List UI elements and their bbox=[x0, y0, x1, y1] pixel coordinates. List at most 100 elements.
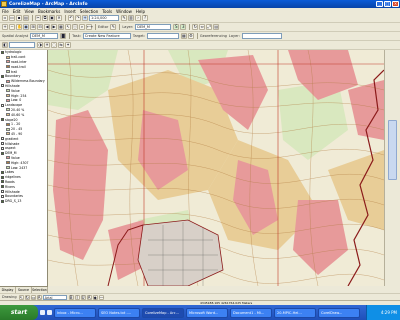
task-notes[interactable]: SEO Notes.txt -... bbox=[98, 307, 140, 318]
swipe-icon[interactable]: ⇆ bbox=[58, 42, 64, 48]
georef-layer-combo[interactable] bbox=[241, 33, 282, 39]
copy-icon[interactable]: ⧉ bbox=[42, 15, 48, 21]
quicklaunch-ie-icon[interactable] bbox=[40, 310, 45, 315]
sketch-tool-icon[interactable]: ✎ bbox=[110, 24, 117, 30]
select-features-icon[interactable]: ▦ bbox=[58, 24, 64, 30]
edit-attributes-icon[interactable]: ▦ bbox=[180, 33, 187, 39]
zoom-out-icon[interactable]: − bbox=[9, 24, 15, 30]
georef-link-icon[interactable]: ⤢ bbox=[206, 24, 213, 30]
transparency-icon[interactable]: ◌ bbox=[51, 42, 57, 48]
layer-visibility-checkbox[interactable] bbox=[1, 194, 4, 198]
identify-icon[interactable]: ⓘ bbox=[72, 24, 78, 30]
layer-visibility-checkbox[interactable] bbox=[1, 170, 4, 174]
layer-combo[interactable]: DEM_M bbox=[135, 24, 172, 30]
spatial-analyst-label[interactable]: Spatial Analyst bbox=[2, 34, 28, 38]
minimize-button[interactable]: _ bbox=[376, 1, 383, 7]
print-icon[interactable]: ▤ bbox=[23, 15, 29, 21]
menu-help[interactable]: Help bbox=[136, 9, 145, 14]
forward-extent-icon[interactable]: ▶ bbox=[51, 24, 57, 30]
command-line-icon[interactable]: › bbox=[135, 15, 141, 21]
select-elements-icon[interactable]: ↖ bbox=[65, 24, 71, 30]
fixed-zoom-out-icon[interactable]: ⊟ bbox=[37, 24, 43, 30]
fill-color-icon[interactable]: ◆ bbox=[92, 294, 98, 300]
menu-window[interactable]: Window bbox=[116, 9, 132, 14]
effects-layer-icon[interactable]: ◧ bbox=[2, 42, 8, 48]
layer-visibility-checkbox[interactable] bbox=[1, 50, 4, 54]
sketch-properties-icon[interactable]: ⚙ bbox=[187, 33, 194, 39]
back-extent-icon[interactable]: ◀ bbox=[44, 24, 50, 30]
text-tool-icon[interactable]: A bbox=[36, 294, 42, 300]
layer-visibility-checkbox[interactable] bbox=[1, 175, 4, 179]
histogram-icon[interactable]: ▇ bbox=[60, 33, 67, 39]
menu-edit[interactable]: Edit bbox=[13, 9, 21, 14]
rotate-icon[interactable]: ↻ bbox=[24, 294, 30, 300]
find-icon[interactable]: ⌕ bbox=[79, 24, 85, 30]
target-combo[interactable] bbox=[146, 33, 179, 39]
toc-layer-row[interactable]: DRG_S_13 bbox=[0, 199, 47, 204]
layer-visibility-checkbox[interactable] bbox=[1, 190, 4, 193]
spatial-analyst-icon[interactable]: S bbox=[173, 24, 180, 30]
delete-icon[interactable]: ✕ bbox=[56, 15, 62, 21]
menu-insert[interactable]: Insert bbox=[64, 9, 75, 14]
new-icon[interactable]: ▫ bbox=[2, 15, 8, 21]
menu-tools[interactable]: Tools bbox=[102, 9, 112, 14]
cut-icon[interactable]: ✂ bbox=[35, 15, 41, 21]
zoom-in-icon[interactable]: + bbox=[2, 24, 8, 30]
georef-rotate-icon[interactable]: ↻ bbox=[192, 24, 199, 30]
fixed-zoom-in-icon[interactable]: ⊞ bbox=[30, 24, 36, 30]
task-inbox[interactable]: Inbox - Micro... bbox=[54, 307, 96, 318]
task-combo[interactable]: Create New Feature bbox=[82, 33, 131, 39]
start-button[interactable]: start bbox=[0, 305, 38, 320]
rectangle-icon[interactable]: ▭ bbox=[30, 294, 36, 300]
layer-visibility-checkbox[interactable] bbox=[1, 199, 4, 203]
layer-visibility-checkbox[interactable] bbox=[1, 84, 4, 88]
layer-visibility-checkbox[interactable] bbox=[1, 180, 4, 184]
font-color-icon[interactable]: A bbox=[86, 294, 92, 300]
brightness-icon[interactable]: ☀ bbox=[44, 42, 50, 48]
task-mpic[interactable]: 20-MPIC-Hel... bbox=[274, 307, 316, 318]
redo-icon[interactable]: ↷ bbox=[75, 15, 81, 21]
layer-visibility-checkbox[interactable] bbox=[1, 74, 4, 78]
layer-visibility-checkbox[interactable] bbox=[1, 103, 4, 107]
task-word[interactable]: Microsoft Word... bbox=[186, 307, 228, 318]
georeferencing-label[interactable]: Georeferencing bbox=[200, 34, 227, 38]
effects-layer-combo[interactable] bbox=[9, 42, 35, 48]
flicker-icon[interactable]: ✦ bbox=[65, 42, 71, 48]
line-color-icon[interactable]: — bbox=[98, 294, 104, 300]
font-combo[interactable]: Arial bbox=[42, 294, 67, 300]
help-icon[interactable]: ? bbox=[142, 15, 148, 21]
layer-visibility-checkbox[interactable] bbox=[1, 137, 4, 141]
menu-selection[interactable]: Selection bbox=[80, 9, 98, 14]
layer-visibility-checkbox[interactable] bbox=[1, 142, 4, 146]
pan-icon[interactable]: ✋ bbox=[16, 24, 22, 30]
bold-icon[interactable]: B bbox=[68, 294, 74, 300]
arctoolbox-icon[interactable]: ▥ bbox=[128, 15, 134, 21]
spatial-layer-combo[interactable]: DEM_M bbox=[30, 33, 59, 39]
open-icon[interactable]: ▭ bbox=[9, 15, 15, 21]
quicklaunch-desktop-icon[interactable] bbox=[47, 310, 52, 315]
drawing-menu[interactable]: Drawing bbox=[2, 295, 17, 299]
menu-bookmarks[interactable]: Bookmarks bbox=[38, 9, 60, 14]
measure-icon[interactable]: ⟷ bbox=[86, 24, 93, 30]
italic-icon[interactable]: I bbox=[74, 294, 80, 300]
scale-combo[interactable]: 1:24,000 bbox=[89, 15, 119, 21]
paste-icon[interactable]: ▣ bbox=[49, 15, 55, 21]
task-document[interactable]: Document1 - Mi... bbox=[230, 307, 272, 318]
map-vertical-scrollbar[interactable] bbox=[384, 50, 400, 286]
select-pointer-icon[interactable]: ↖ bbox=[18, 294, 24, 300]
editor-toolbar-icon[interactable]: ✎ bbox=[121, 15, 127, 21]
georef-shift-icon[interactable]: ⇔ bbox=[199, 24, 206, 30]
editor-menu[interactable]: Editor bbox=[98, 25, 108, 29]
task-arcmap[interactable]: CorelizeMap - Arc... bbox=[142, 307, 184, 318]
menu-view[interactable]: View bbox=[24, 9, 34, 14]
close-button[interactable]: × bbox=[392, 1, 399, 7]
save-icon[interactable]: ▪ bbox=[16, 15, 22, 21]
layer-visibility-checkbox[interactable] bbox=[1, 151, 4, 155]
layer-visibility-checkbox[interactable] bbox=[1, 146, 4, 150]
underline-icon[interactable]: U bbox=[80, 294, 86, 300]
3d-analyst-icon[interactable]: 3 bbox=[180, 24, 187, 30]
layer-visibility-checkbox[interactable] bbox=[1, 185, 4, 189]
menu-file[interactable]: File bbox=[2, 9, 9, 14]
add-data-icon[interactable]: + bbox=[82, 15, 88, 21]
georef-table-icon[interactable]: ▤ bbox=[213, 24, 220, 30]
